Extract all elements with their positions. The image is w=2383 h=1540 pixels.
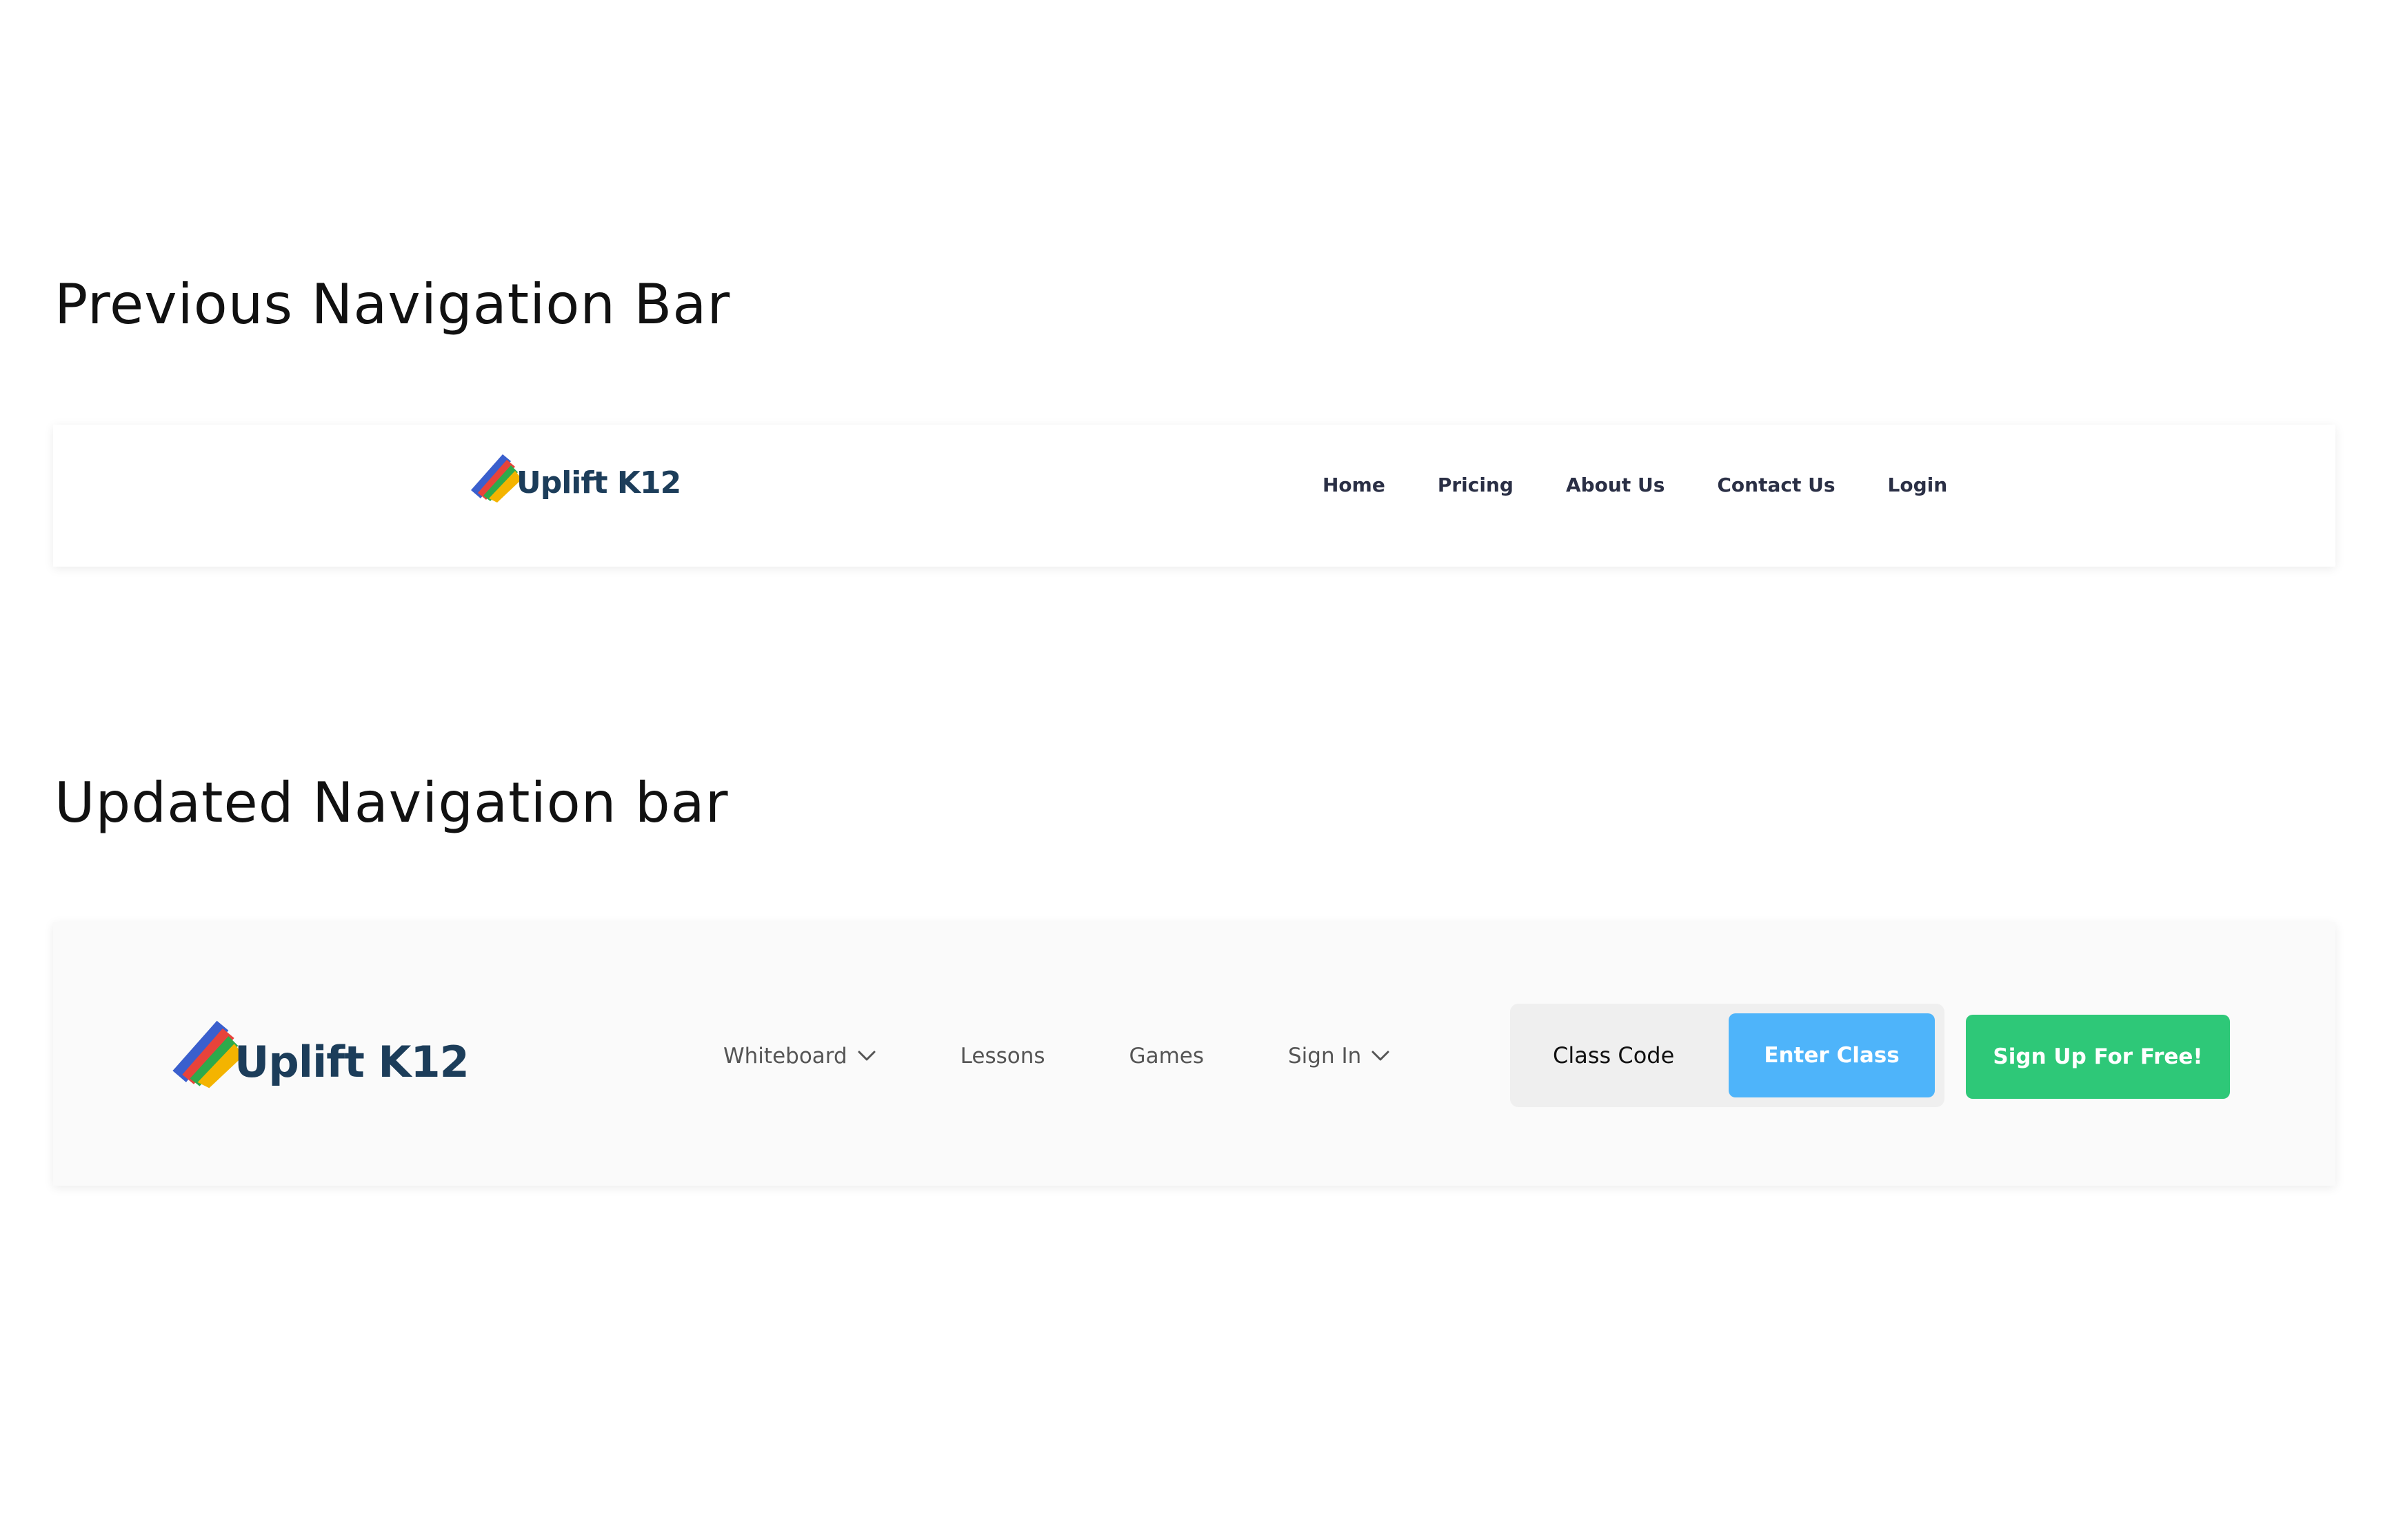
nav-link-label: Sign In xyxy=(1288,1044,1362,1068)
nav-dropdown-whiteboard[interactable]: Whiteboard xyxy=(723,1044,876,1068)
brand-name: Uplift K12 xyxy=(234,1037,470,1087)
nav-link-login[interactable]: Login xyxy=(1888,474,1948,496)
enter-class-button[interactable]: Enter Class xyxy=(1729,1013,1935,1097)
brand-name: Uplift K12 xyxy=(516,465,681,500)
nav-link-label: Whiteboard xyxy=(723,1044,847,1068)
previous-navigation-bar: Uplift K12 Home Pricing About Us Contact… xyxy=(53,425,2335,567)
updated-section-title: Updated Navigation bar xyxy=(54,771,729,835)
sign-up-free-button[interactable]: Sign Up For Free! xyxy=(1966,1015,2230,1099)
brand-logo[interactable]: Uplift K12 xyxy=(467,447,681,504)
nav-link-about-us[interactable]: About Us xyxy=(1566,474,1665,496)
chevron-down-icon xyxy=(1371,1051,1389,1061)
updated-nav-links: Whiteboard Lessons Games Sign In xyxy=(723,989,1390,1124)
nav-link-label: Games xyxy=(1129,1044,1204,1068)
nav-link-contact-us[interactable]: Contact Us xyxy=(1717,474,1835,496)
previous-section-title: Previous Navigation Bar xyxy=(54,272,731,336)
class-code-input[interactable] xyxy=(1529,1024,1749,1086)
nav-link-home[interactable]: Home xyxy=(1323,474,1385,496)
brand-logo[interactable]: Uplift K12 xyxy=(167,1011,470,1091)
previous-nav-links: Home Pricing About Us Contact Us Login xyxy=(1323,425,1947,545)
nav-link-lessons[interactable]: Lessons xyxy=(961,1044,1045,1068)
nav-link-label: Lessons xyxy=(960,1044,1045,1068)
chevron-down-icon xyxy=(858,1051,876,1061)
nav-dropdown-sign-in[interactable]: Sign In xyxy=(1288,1044,1390,1068)
updated-navigation-bar: Uplift K12 Whiteboard Lessons Games Sign… xyxy=(53,922,2335,1186)
nav-link-games[interactable]: Games xyxy=(1129,1044,1204,1068)
class-code-group: Enter Class xyxy=(1510,1004,1944,1107)
nav-link-pricing[interactable]: Pricing xyxy=(1438,474,1514,496)
